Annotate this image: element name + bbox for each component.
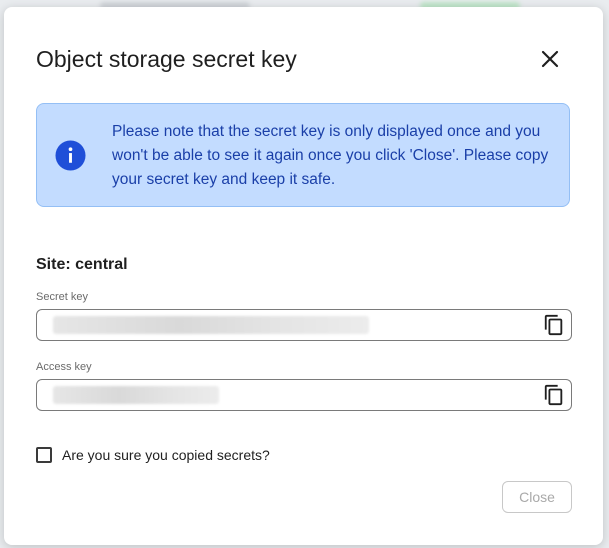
close-dialog-button[interactable]: [538, 47, 562, 71]
confirm-copied-row[interactable]: Are you sure you copied secrets?: [36, 445, 270, 465]
copy-icon: [544, 314, 563, 336]
info-icon: [55, 140, 86, 171]
info-alert: Please note that the secret key is only …: [36, 103, 570, 207]
secret-key-label: Secret key: [36, 291, 88, 303]
confirm-copied-label[interactable]: Are you sure you copied secrets?: [62, 447, 270, 463]
access-key-redacted-value: [53, 386, 219, 404]
secret-key-field: [36, 309, 572, 341]
confirm-copied-checkbox[interactable]: [36, 447, 52, 463]
site-label: Site: central: [36, 256, 128, 273]
copy-icon: [544, 384, 563, 406]
copy-access-key-button[interactable]: [543, 384, 565, 406]
copy-secret-key-button[interactable]: [543, 314, 565, 336]
secret-key-dialog: Object storage secret key Please note th…: [4, 7, 603, 545]
dialog-title: Object storage secret key: [36, 46, 297, 72]
access-key-label: Access key: [36, 361, 92, 373]
close-button[interactable]: Close: [502, 481, 572, 513]
secret-key-redacted-value: [53, 316, 369, 334]
alert-message: Please note that the secret key is only …: [112, 123, 549, 188]
access-key-field: [36, 379, 572, 411]
close-icon: [541, 50, 559, 68]
